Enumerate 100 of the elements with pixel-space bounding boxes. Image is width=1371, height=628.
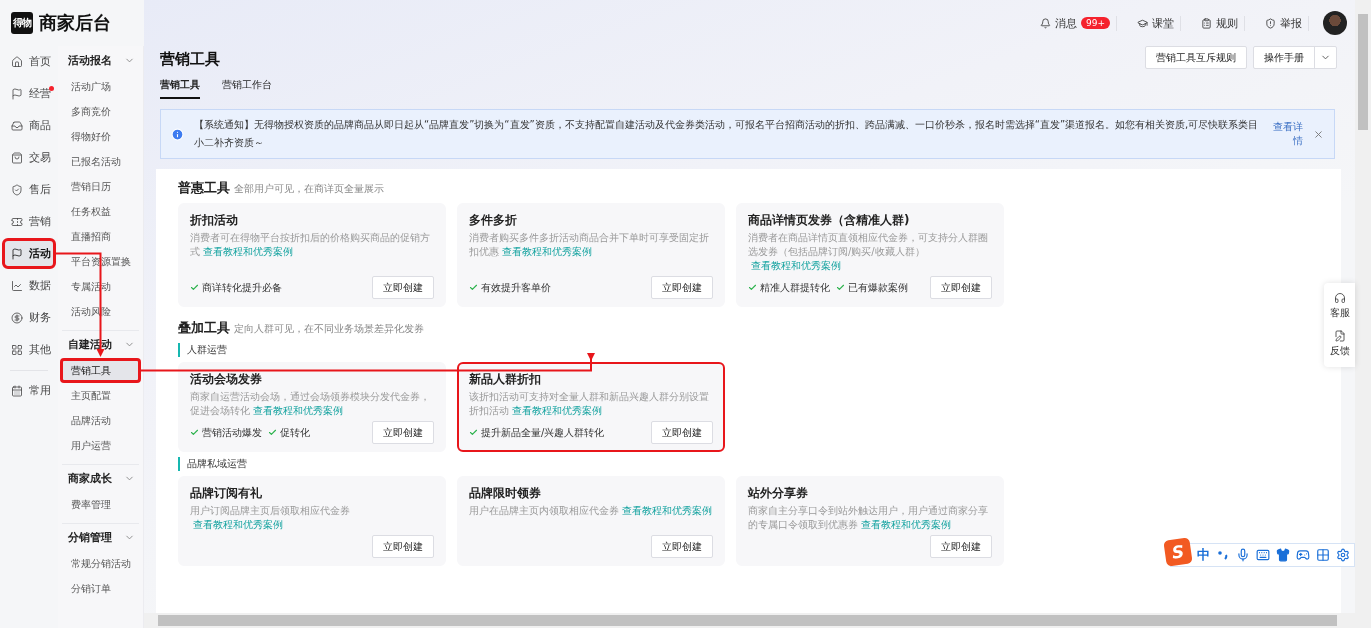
submenu-item[interactable]: 多商竞价: [60, 99, 141, 124]
punctuation-icon[interactable]: [1216, 548, 1230, 562]
nav-item[interactable]: 首页: [2, 46, 56, 77]
create-button[interactable]: 立即创建: [651, 535, 713, 558]
settings-icon[interactable]: [1336, 548, 1350, 562]
create-button[interactable]: 立即创建: [651, 276, 713, 299]
count-badge: 99+: [1081, 17, 1110, 29]
grid-icon[interactable]: [1316, 548, 1330, 562]
nav-item[interactable]: 交易: [2, 142, 56, 173]
home-icon: [11, 55, 23, 68]
notice-text: 【系统通知】无得物授权资质的品牌商品从即日起从“品牌直发”切换为“直发”资质，不支持配置自建活动及代金券类活动，可报名平台招商活动的折扣、跨品满减、一口价秒杀，报名时需选择“直发”渠道报名。如您有相关资质,可尽快联系类目小二补齐资质～: [194, 118, 1260, 150]
manual-split-button[interactable]: 操作手册: [1253, 46, 1337, 69]
create-button[interactable]: 立即创建: [372, 421, 434, 444]
submenu-item[interactable]: 任务权益: [60, 199, 141, 224]
graduation-cap-icon[interactable]: [1137, 17, 1148, 29]
nav-item[interactable]: 其他: [2, 334, 56, 365]
inbox-icon: [11, 119, 23, 132]
nav-item[interactable]: 数据: [2, 270, 56, 301]
shield-icon[interactable]: [1265, 17, 1276, 29]
nav-item[interactable]: 经营: [2, 78, 56, 109]
bell-icon[interactable]: [1040, 17, 1051, 29]
check-icon: [190, 283, 199, 292]
check-icon: [836, 283, 845, 292]
submenu-item[interactable]: 营销日历: [60, 174, 141, 199]
chart-icon: [11, 279, 23, 292]
nav-label: 其他: [29, 342, 51, 357]
submenu-item[interactable]: 营销工具: [60, 358, 141, 383]
clipboard-icon[interactable]: [1201, 17, 1212, 29]
submenu-item[interactable]: 品牌活动: [60, 408, 141, 433]
manual-button[interactable]: 操作手册: [1254, 47, 1314, 68]
ticket-icon: [11, 215, 23, 228]
check-icon: [190, 428, 199, 437]
submenu-item[interactable]: 主页配置: [60, 383, 141, 408]
avatar[interactable]: [1323, 11, 1347, 35]
nav-label: 数据: [29, 278, 51, 293]
info-icon: [171, 127, 184, 141]
microphone-icon[interactable]: [1236, 548, 1250, 562]
submenu-item[interactable]: 用户运营: [60, 433, 141, 458]
submenu-item[interactable]: 费率管理: [60, 492, 141, 517]
nav-label: 活动: [29, 246, 51, 261]
edit-note-icon: [1333, 330, 1346, 342]
nav-item[interactable]: 常用: [2, 375, 56, 406]
card-description: 用户订阅品牌主页后领取相应代金券 查看教程和优秀案例: [190, 504, 351, 532]
app-title: 商家后台: [39, 11, 111, 35]
nav-item[interactable]: 商品: [2, 110, 56, 141]
feature-text: 精准人群提转化: [760, 280, 830, 295]
shirt-icon[interactable]: [1276, 548, 1290, 562]
nav-label: 经营: [29, 86, 51, 101]
horizontal-scrollbar[interactable]: [144, 613, 1355, 628]
feedback-button[interactable]: 反馈: [1329, 325, 1350, 363]
submenu-item[interactable]: 已报名活动: [60, 149, 141, 174]
nav-item[interactable]: 营销: [2, 206, 56, 237]
gamepad-icon[interactable]: [1296, 548, 1310, 562]
details-link[interactable]: 查看详情: [1271, 120, 1303, 148]
check-icon: [469, 283, 478, 292]
card-description: 该折扣活动可支持对全量人群和新品兴趣人群分别设置折扣活动 查看教程和优秀案例: [469, 390, 710, 418]
card-title: 多件多折: [469, 212, 518, 229]
feature-text: 有效提升客单价: [481, 280, 551, 295]
calendar-icon: [11, 384, 23, 397]
submenu-item[interactable]: 常规分销活动: [60, 551, 141, 576]
header-link[interactable]: 举报: [1280, 15, 1302, 31]
card-title: 折扣活动: [190, 212, 239, 229]
header-link[interactable]: 消息: [1055, 15, 1077, 31]
close-icon[interactable]: [1313, 128, 1324, 140]
nav-item[interactable]: 活动: [2, 238, 56, 269]
coin-icon: [11, 311, 23, 324]
input-mode-toggle[interactable]: 中: [1197, 546, 1210, 564]
card-title: 品牌订阅有礼: [190, 485, 263, 502]
nav-item[interactable]: 财务: [2, 302, 56, 333]
page-title: 营销工具: [160, 50, 220, 69]
keyboard-icon[interactable]: [1256, 548, 1270, 562]
card-title: 新品人群折扣: [469, 371, 542, 388]
section-subtitle: 定向人群可见，在不同业务场景差异化发券: [234, 322, 424, 336]
section-title: 普惠工具: [178, 179, 230, 197]
feature-text: 商详转化提升必备: [202, 280, 282, 295]
feature-text: 营销活动爆发: [202, 425, 262, 440]
submenu-item[interactable]: 活动广场: [60, 74, 141, 99]
rules-button[interactable]: 营销工具互斥规则: [1145, 46, 1247, 69]
create-button[interactable]: 立即创建: [930, 535, 992, 558]
service-button[interactable]: 客服: [1329, 287, 1350, 325]
submenu-item[interactable]: 分销订单: [60, 576, 141, 601]
grid-icon: [11, 343, 23, 356]
submenu-item[interactable]: 直播招商: [60, 224, 141, 249]
header-link[interactable]: 规则: [1216, 15, 1238, 31]
header-link[interactable]: 课堂: [1152, 15, 1174, 31]
check-icon: [268, 428, 277, 437]
check-icon: [748, 283, 757, 292]
nav-label: 首页: [29, 54, 51, 69]
tab[interactable]: 营销工作台: [222, 73, 272, 99]
submenu-item[interactable]: 得物好价: [60, 124, 141, 149]
create-button[interactable]: 立即创建: [930, 276, 992, 299]
tab[interactable]: 营销工具: [160, 73, 200, 99]
nav-item[interactable]: 售后: [2, 174, 56, 205]
vertical-scrollbar[interactable]: [1355, 0, 1371, 628]
create-button[interactable]: 立即创建: [651, 421, 713, 444]
create-button[interactable]: 立即创建: [372, 276, 434, 299]
create-button[interactable]: 立即创建: [372, 535, 434, 558]
check-icon: [469, 428, 478, 437]
submenu-heading: 分销管理: [68, 530, 112, 545]
card-description: 用户在品牌主页内领取相应代金券 查看教程和优秀案例: [469, 504, 713, 518]
